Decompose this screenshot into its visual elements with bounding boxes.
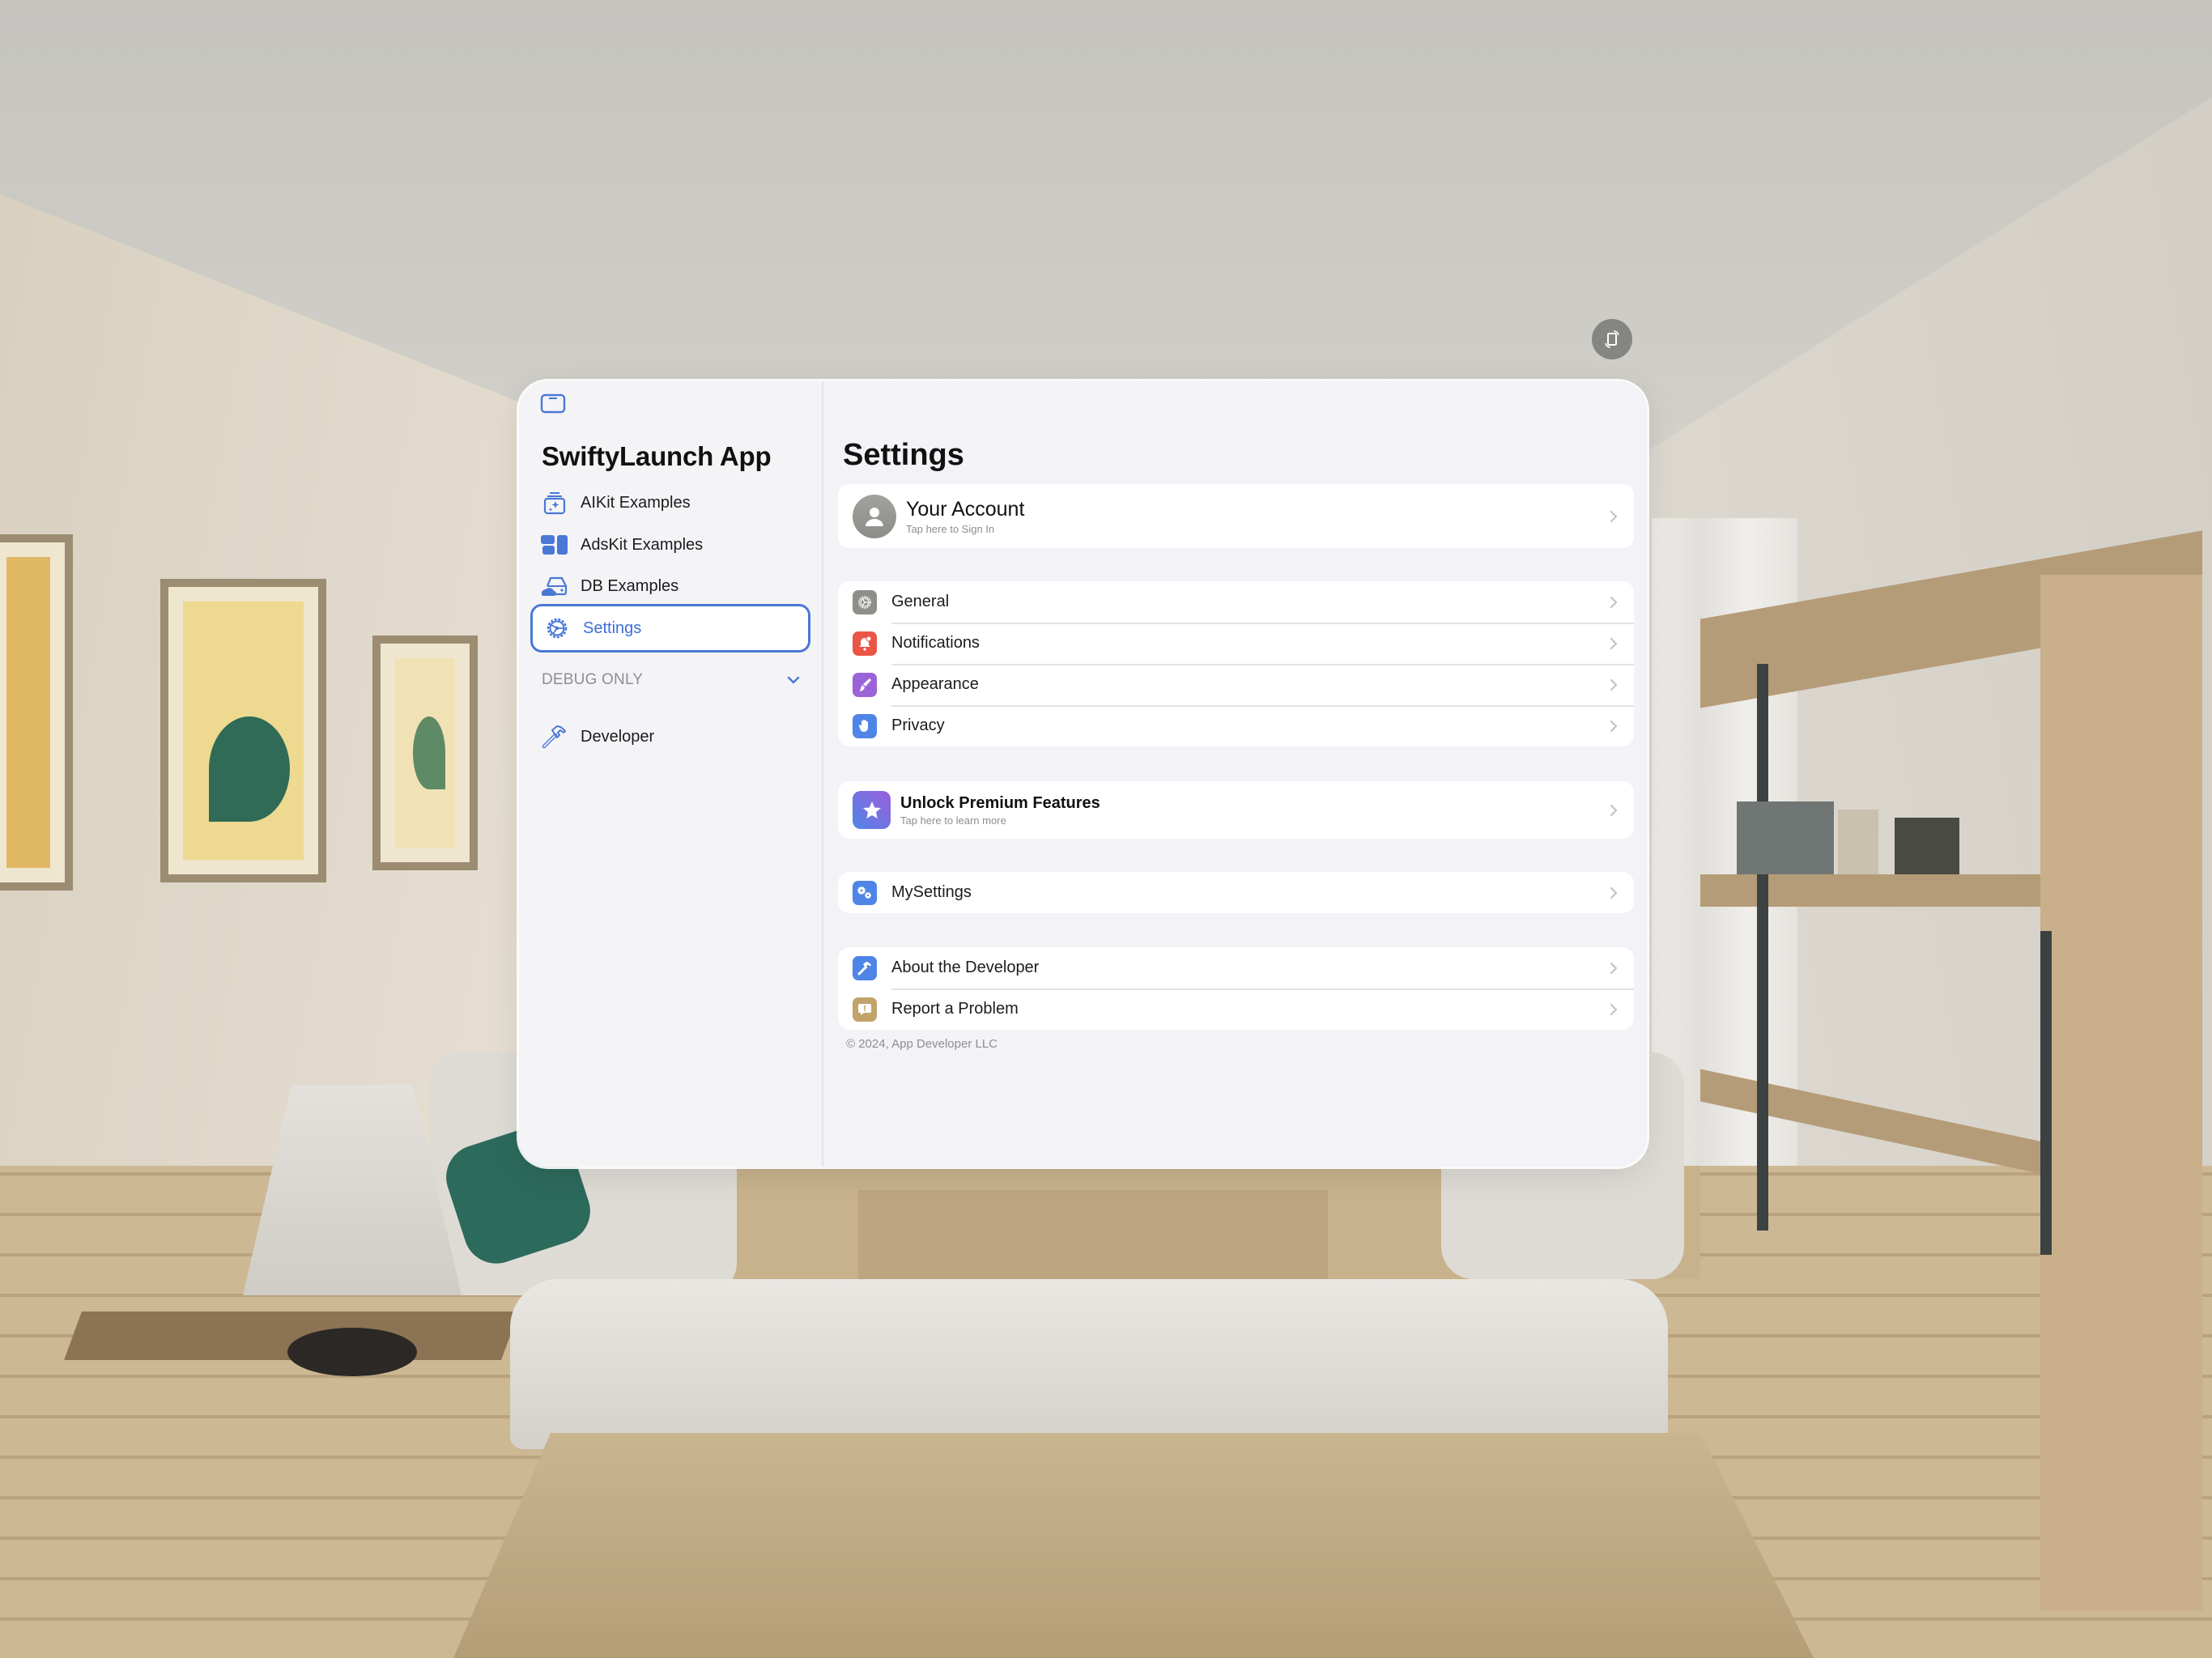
shelf-post (2040, 931, 2052, 1255)
back-table (858, 1190, 1328, 1279)
account-subtitle: Tap here to Sign In (906, 522, 995, 535)
settings-row-general[interactable]: General (838, 581, 1634, 623)
chevron-right-icon (1610, 510, 1618, 522)
wall-art-3 (372, 636, 478, 870)
chevron-right-icon (1610, 804, 1618, 816)
wall-art-1 (0, 534, 73, 891)
sidebar-item-label: Settings (583, 619, 642, 637)
row-label: Notifications (891, 634, 980, 652)
settings-row-appearance[interactable]: Appearance (838, 664, 1634, 705)
gears-icon (853, 880, 877, 905)
row-label: About the Developer (891, 959, 1040, 976)
sidebar-item-label: AdsKit Examples (581, 535, 704, 554)
books (1737, 801, 1834, 874)
chevron-right-icon (1610, 596, 1618, 608)
books (1838, 810, 1878, 874)
about-group: About the Developer Report a Problem (838, 947, 1634, 1030)
chevron-right-icon (1610, 1003, 1618, 1015)
row-label: Report a Problem (891, 1000, 1019, 1018)
rotate-device-icon (1605, 330, 1619, 348)
chevron-right-icon (1610, 886, 1618, 899)
hand-raised-icon (853, 713, 877, 738)
row-label: General (891, 593, 950, 610)
aikit-icon (540, 490, 569, 516)
sidebar-item-settings[interactable]: Settings (530, 604, 810, 653)
rotate-window-button[interactable] (1592, 319, 1632, 359)
settings-row-about-developer[interactable]: About the Developer (838, 947, 1634, 988)
premium-title: Unlock Premium Features (900, 793, 1100, 812)
settings-row-privacy[interactable]: Privacy (838, 705, 1634, 746)
sofa (510, 1279, 1668, 1449)
section-title: DEBUG ONLY (542, 671, 644, 688)
chevron-right-icon (1610, 678, 1618, 691)
chevron-right-icon (1610, 720, 1618, 732)
books (1895, 818, 1959, 874)
sidebar-item-developer[interactable]: Developer (530, 716, 810, 758)
sidebar-item-adskit[interactable]: AdsKit Examples (530, 524, 810, 566)
premium-subtitle: Tap here to learn more (900, 814, 1006, 827)
row-label: Privacy (891, 716, 945, 734)
chevron-down-icon (787, 676, 800, 684)
chevron-right-icon (1610, 637, 1618, 649)
sidebar-item-label: Developer (581, 727, 655, 746)
gear-icon (542, 615, 572, 641)
sidebar: SwiftyLaunch App AIKit Examples AdsKit E… (519, 381, 823, 1167)
paintbrush-icon (853, 672, 877, 697)
coffee-table (453, 1433, 1814, 1658)
adskit-icon (540, 532, 569, 558)
chevron-right-icon (1610, 962, 1618, 974)
gear-icon (853, 589, 877, 614)
avatar (853, 494, 896, 538)
app-window: SwiftyLaunch App AIKit Examples AdsKit E… (519, 381, 1647, 1167)
shelf-post (1757, 664, 1768, 1231)
wall-art-2 (160, 579, 326, 882)
star-icon (853, 791, 891, 829)
sidebar-toggle-button[interactable] (540, 393, 568, 417)
person-icon (866, 507, 883, 526)
settings-content: Settings Your Account Tap here to Sign I… (825, 381, 1647, 1167)
app-title: SwiftyLaunch App (542, 441, 772, 471)
account-title: Your Account (906, 497, 1025, 521)
row-label: MySettings (891, 883, 972, 901)
settings-row-notifications[interactable]: Notifications (838, 623, 1634, 664)
settings-row-mysettings[interactable]: MySettings (838, 872, 1634, 913)
unlock-premium-row[interactable]: Unlock Premium Features Tap here to lear… (838, 781, 1634, 839)
row-label: Appearance (891, 675, 979, 693)
database-cloud-icon (540, 573, 569, 599)
sidebar-item-label: DB Examples (581, 576, 679, 595)
hammer-icon (853, 955, 877, 980)
sidebar-item-aikit[interactable]: AIKit Examples (530, 482, 810, 524)
exclamation-bubble-icon (853, 997, 877, 1022)
account-row[interactable]: Your Account Tap here to Sign In (838, 484, 1634, 548)
page-title: Settings (843, 438, 964, 472)
lamp-base (287, 1328, 417, 1376)
premium-card: Unlock Premium Features Tap here to lear… (838, 781, 1634, 839)
account-card: Your Account Tap here to Sign In (838, 484, 1634, 548)
bell-badge-icon (853, 631, 877, 656)
hammer-icon (540, 724, 569, 750)
debug-section-header[interactable]: DEBUG ONLY (542, 668, 801, 692)
mysettings-card: MySettings (838, 872, 1634, 913)
settings-row-report-problem[interactable]: Report a Problem (838, 988, 1634, 1030)
sidebar-item-db[interactable]: DB Examples (530, 565, 810, 607)
general-settings-group: General Notifications Appearance Privacy (838, 581, 1634, 746)
copyright-footer: © 2024, App Developer LLC (846, 1037, 998, 1051)
shelf-side (2040, 575, 2202, 1611)
sidebar-item-label: AIKit Examples (581, 493, 691, 512)
sidebar-toggle-icon (540, 393, 566, 414)
